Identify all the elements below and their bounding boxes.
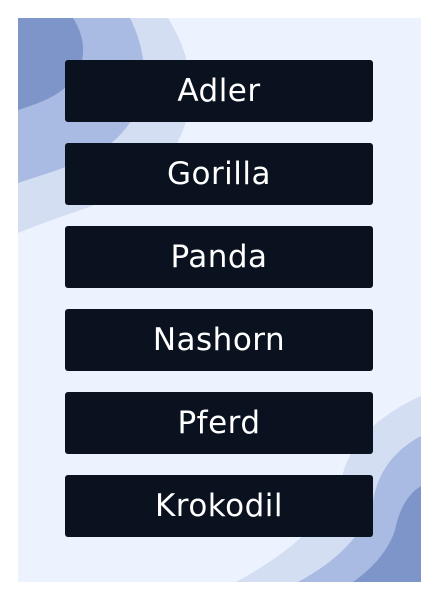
word-card-adler: Adler [65,60,373,122]
word-card-nashorn: Nashorn [65,309,373,371]
word-label: Adler [177,72,261,109]
word-card-panda: Panda [65,226,373,288]
word-card-pferd: Pferd [65,392,373,454]
word-label: Krokodil [154,487,284,524]
word-label: Nashorn [152,321,286,358]
word-card-krokodil: Krokodil [65,475,373,537]
word-card-gorilla: Gorilla [65,143,373,205]
word-label: Pferd [177,404,261,441]
worksheet-page: Adler Gorilla Panda Nashorn Pferd Krokod… [18,18,421,582]
word-label: Gorilla [166,155,272,192]
word-label: Panda [170,238,268,275]
